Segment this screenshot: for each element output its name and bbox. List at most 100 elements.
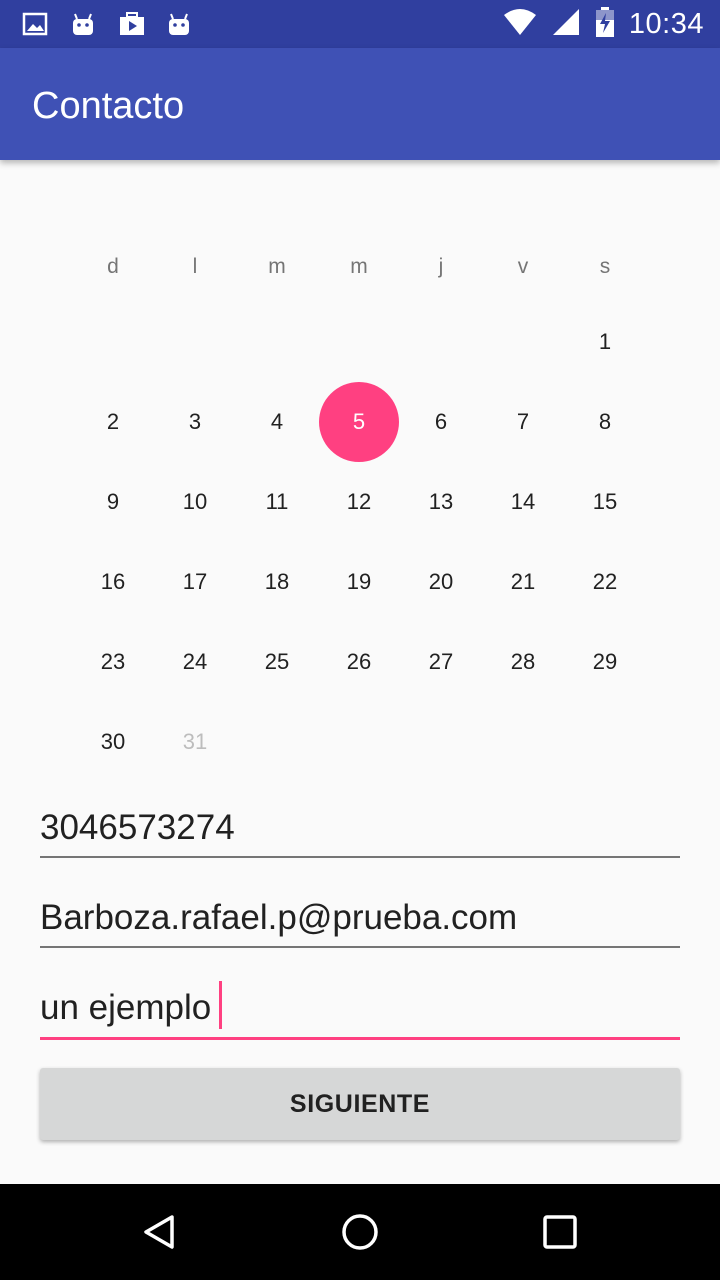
battery-charging-icon xyxy=(595,6,615,42)
calendar-day[interactable]: 15 xyxy=(564,462,646,542)
weekday-label: m xyxy=(350,255,368,278)
phone-field[interactable]: 3046573274 xyxy=(40,802,680,858)
calendar-day[interactable]: 20 xyxy=(400,542,482,622)
calendar-day[interactable]: 8 xyxy=(564,382,646,462)
email-value: Barboza.rafael.p@prueba.com xyxy=(40,898,518,937)
calendar-day-label: 31 xyxy=(182,729,208,754)
description-value: un ejemplo xyxy=(40,988,212,1027)
calendar-day[interactable]: 16 xyxy=(72,542,154,622)
wifi-icon xyxy=(503,8,537,41)
calendar-day[interactable]: 7 xyxy=(482,382,564,462)
weekday-label: d xyxy=(107,255,119,278)
calendar-day-label: 4 xyxy=(270,409,284,434)
calendar-day-label: 8 xyxy=(598,409,612,434)
calendar-day[interactable]: 6 xyxy=(400,382,482,462)
calendar-week-row: 30 31 xyxy=(72,702,646,782)
calendar-week-row: 16 17 18 19 20 21 22 xyxy=(72,542,646,622)
calendar-day-label: 15 xyxy=(592,489,618,514)
page-title: Contacto xyxy=(32,85,185,127)
calendar-empty-cell xyxy=(318,702,400,782)
calendar-empty-cell xyxy=(482,702,564,782)
calendar-day-label: 13 xyxy=(428,489,454,514)
calendar-day[interactable]: 4 xyxy=(236,382,318,462)
weekday-label: l xyxy=(192,255,198,278)
calendar-day-label: 1 xyxy=(598,329,612,354)
weekday-label: s xyxy=(599,255,611,278)
weekday-label: m xyxy=(268,255,286,278)
calendar-day[interactable]: 21 xyxy=(482,542,564,622)
status-bar: 10:34 xyxy=(0,0,720,48)
calendar-day[interactable]: 17 xyxy=(154,542,236,622)
app-bar: Contacto xyxy=(0,48,720,160)
calendar-day[interactable]: 25 xyxy=(236,622,318,702)
calendar-day-label: 9 xyxy=(106,489,120,514)
calendar-empty-cell xyxy=(564,702,646,782)
status-time: 10:34 xyxy=(628,7,704,40)
weekday-header: d l m m j v s xyxy=(72,232,646,302)
calendar-day-label: 17 xyxy=(182,569,208,594)
weekday-label: v xyxy=(517,255,529,278)
play-store-icon xyxy=(118,11,144,37)
weekday-label: j xyxy=(438,255,444,278)
calendar-day-label: 26 xyxy=(346,649,372,674)
calendar-view: d l m m j v s 1 2 3 4 5 6 7 8 9 10 11 12 13 14 15 16 17 1… xyxy=(72,232,646,782)
calendar-day-label: 16 xyxy=(100,569,126,594)
calendar-day[interactable]: 24 xyxy=(154,622,236,702)
calendar-day[interactable]: 1 xyxy=(564,302,646,382)
calendar-day[interactable]: 30 xyxy=(72,702,154,782)
calendar-day-label: 18 xyxy=(264,569,290,594)
calendar-empty-cell xyxy=(72,302,154,382)
calendar-day[interactable]: 18 xyxy=(236,542,318,622)
calendar-day[interactable]: 19 xyxy=(318,542,400,622)
calendar-day[interactable]: 29 xyxy=(564,622,646,702)
calendar-day-label: 10 xyxy=(182,489,208,514)
calendar-day-selected[interactable]: 5 xyxy=(318,382,400,462)
calendar-empty-cell xyxy=(236,702,318,782)
back-icon[interactable] xyxy=(128,1200,192,1264)
calendar-day[interactable]: 22 xyxy=(564,542,646,622)
calendar-week-row: 9 10 11 12 13 14 15 xyxy=(72,462,646,542)
calendar-day[interactable]: 3 xyxy=(154,382,236,462)
calendar-empty-cell xyxy=(318,302,400,382)
calendar-day[interactable]: 11 xyxy=(236,462,318,542)
signal-icon xyxy=(551,7,581,42)
calendar-day-label: 25 xyxy=(264,649,290,674)
calendar-week-row: 23 24 25 26 27 28 29 xyxy=(72,622,646,702)
calendar-day[interactable]: 2 xyxy=(72,382,154,462)
text-cursor xyxy=(219,981,223,1029)
home-icon[interactable] xyxy=(328,1200,392,1264)
calendar-day-label: 27 xyxy=(428,649,454,674)
calendar-day[interactable]: 10 xyxy=(154,462,236,542)
calendar-day-label: 19 xyxy=(346,569,372,594)
calendar-day-label: 3 xyxy=(188,409,202,434)
email-field[interactable]: Barboza.rafael.p@prueba.com xyxy=(40,892,680,948)
calendar-day: 31 xyxy=(154,702,236,782)
description-value-wrap: un ejemplo xyxy=(40,981,223,1029)
calendar-day[interactable]: 9 xyxy=(72,462,154,542)
description-field[interactable]: un ejemplo xyxy=(40,981,680,1040)
notification-icons xyxy=(22,9,192,39)
calendar-day[interactable]: 13 xyxy=(400,462,482,542)
calendar-day-label: 6 xyxy=(434,409,448,434)
recents-icon[interactable] xyxy=(528,1200,592,1264)
calendar-day[interactable]: 27 xyxy=(400,622,482,702)
android-icon xyxy=(70,11,96,37)
calendar-day[interactable]: 14 xyxy=(482,462,564,542)
calendar-day-label: 11 xyxy=(265,489,289,514)
phone-value: 3046573274 xyxy=(40,808,235,847)
calendar-week-row: 1 xyxy=(72,302,646,382)
calendar-empty-cell xyxy=(154,302,236,382)
calendar-day-label: 21 xyxy=(510,569,536,594)
calendar-empty-cell xyxy=(400,702,482,782)
calendar-day-label: 22 xyxy=(592,569,618,594)
siguiente-button[interactable]: SIGUIENTE xyxy=(40,1068,680,1140)
calendar-day[interactable]: 12 xyxy=(318,462,400,542)
calendar-day-label: 24 xyxy=(182,649,208,674)
navigation-bar xyxy=(0,1184,720,1280)
calendar-day-label: 28 xyxy=(510,649,536,674)
calendar-day[interactable]: 28 xyxy=(482,622,564,702)
calendar-day[interactable]: 26 xyxy=(318,622,400,702)
calendar-day[interactable]: 23 xyxy=(72,622,154,702)
image-icon xyxy=(22,11,48,37)
calendar-day-label: 14 xyxy=(510,489,536,514)
